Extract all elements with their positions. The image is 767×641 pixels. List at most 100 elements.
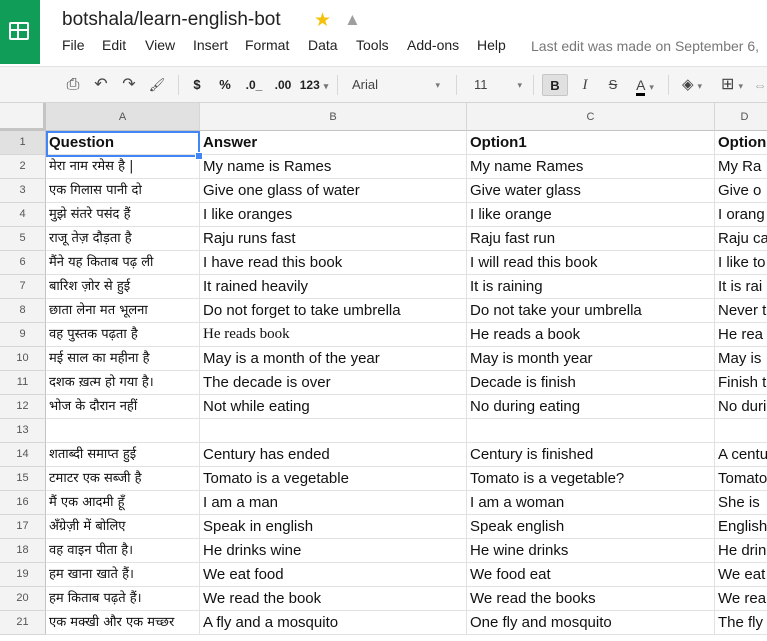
option1-cell[interactable]: No during eating bbox=[467, 395, 715, 419]
question-cell[interactable]: भोज के दौरान नहीं bbox=[46, 395, 200, 419]
answer-cell[interactable] bbox=[200, 419, 467, 443]
column-header-c[interactable]: C bbox=[467, 103, 715, 131]
question-cell[interactable]: अँग्रेज़ी में बोलिए bbox=[46, 515, 200, 539]
row-header[interactable]: 6 bbox=[0, 251, 46, 275]
print-icon[interactable]: ⎙ bbox=[62, 74, 84, 96]
option2-cell[interactable]: He rea bbox=[715, 323, 767, 347]
menu-data[interactable]: Data bbox=[308, 37, 338, 53]
answer-cell[interactable]: We eat food bbox=[200, 563, 467, 587]
question-cell[interactable]: बारिश ज़ोर से हुई bbox=[46, 275, 200, 299]
row-header[interactable]: 15 bbox=[0, 467, 46, 491]
menu-tools[interactable]: Tools bbox=[356, 37, 389, 53]
answer-cell[interactable]: We read the book bbox=[200, 587, 467, 611]
row-header[interactable]: 18 bbox=[0, 539, 46, 563]
option2-cell[interactable]: The fly bbox=[715, 611, 767, 635]
option1-cell[interactable]: We food eat bbox=[467, 563, 715, 587]
font-size-select[interactable]: 11 ▾ bbox=[468, 74, 526, 96]
question-cell[interactable]: राजू तेज़ दौड़ता है bbox=[46, 227, 200, 251]
option2-cell[interactable]: Finish t bbox=[715, 371, 767, 395]
question-cell[interactable]: मेरा नाम रमेस है | bbox=[46, 155, 200, 179]
column-header-b[interactable]: B bbox=[200, 103, 467, 131]
question-cell[interactable]: छाता लेना मत भूलना bbox=[46, 299, 200, 323]
row-header[interactable]: 16 bbox=[0, 491, 46, 515]
option2-cell[interactable]: No duri bbox=[715, 395, 767, 419]
option1-cell[interactable]: One fly and mosquito bbox=[467, 611, 715, 635]
option2-cell[interactable]: He drin bbox=[715, 539, 767, 563]
borders-button[interactable]: ⊞ ▾ bbox=[716, 74, 748, 96]
redo-icon[interactable]: ↷ bbox=[118, 74, 140, 96]
percent-format-button[interactable]: % bbox=[214, 74, 236, 96]
spreadsheet-grid[interactable]: A B C D 1 Question Answer Option1 Option 2 मेर… bbox=[0, 103, 767, 641]
last-edit-link[interactable]: Last edit was made on September 6, bbox=[531, 38, 759, 54]
option1-cell[interactable]: I will read this book bbox=[467, 251, 715, 275]
option1-cell[interactable]: I am a woman bbox=[467, 491, 715, 515]
row-header[interactable]: 8 bbox=[0, 299, 46, 323]
select-all-corner[interactable] bbox=[0, 103, 46, 131]
question-cell[interactable]: टमाटर एक सब्जी है bbox=[46, 467, 200, 491]
answer-cell[interactable]: Raju runs fast bbox=[200, 227, 467, 251]
option2-cell[interactable]: It is rai bbox=[715, 275, 767, 299]
answer-cell[interactable]: Not while eating bbox=[200, 395, 467, 419]
option2-cell[interactable] bbox=[715, 419, 767, 443]
italic-button[interactable]: I bbox=[574, 74, 596, 96]
question-cell[interactable]: मई साल का महीना है bbox=[46, 347, 200, 371]
option1-cell[interactable]: Option1 bbox=[467, 131, 715, 155]
row-header[interactable]: 19 bbox=[0, 563, 46, 587]
question-cell[interactable]: दशक ख़त्म हो गया है। bbox=[46, 371, 200, 395]
row-header[interactable]: 2 bbox=[0, 155, 46, 179]
question-cell[interactable]: मैंने यह किताब पढ़ ली bbox=[46, 251, 200, 275]
option2-cell[interactable]: A centu bbox=[715, 443, 767, 467]
option1-cell[interactable]: I like orange bbox=[467, 203, 715, 227]
row-header[interactable]: 17 bbox=[0, 515, 46, 539]
option2-cell[interactable]: My Ra bbox=[715, 155, 767, 179]
answer-cell[interactable]: My name is Rames bbox=[200, 155, 467, 179]
option1-cell[interactable]: Give water glass bbox=[467, 179, 715, 203]
row-header[interactable]: 14 bbox=[0, 443, 46, 467]
answer-cell[interactable]: It rained heavily bbox=[200, 275, 467, 299]
option1-cell[interactable]: He wine drinks bbox=[467, 539, 715, 563]
answer-cell[interactable]: He drinks wine bbox=[200, 539, 467, 563]
row-header[interactable]: 11 bbox=[0, 371, 46, 395]
row-header[interactable]: 21 bbox=[0, 611, 46, 635]
question-cell[interactable]: वह पुस्तक पढ़ता है bbox=[46, 323, 200, 347]
menu-insert[interactable]: Insert bbox=[193, 37, 228, 53]
question-cell[interactable]: हम खाना खाते हैं। bbox=[46, 563, 200, 587]
option1-cell[interactable]: Do not take your umbrella bbox=[467, 299, 715, 323]
answer-cell[interactable]: I am a man bbox=[200, 491, 467, 515]
undo-icon[interactable]: ↶ bbox=[90, 74, 112, 96]
answer-cell[interactable]: Century has ended bbox=[200, 443, 467, 467]
option2-cell[interactable]: We rea bbox=[715, 587, 767, 611]
question-cell[interactable]: हम किताब पढ़ते हैं। bbox=[46, 587, 200, 611]
fill-color-button[interactable]: ◈ ▾ bbox=[676, 74, 708, 96]
option2-cell[interactable]: Never t bbox=[715, 299, 767, 323]
option2-cell[interactable]: Raju ca bbox=[715, 227, 767, 251]
option2-cell[interactable]: We eat bbox=[715, 563, 767, 587]
row-header[interactable]: 13 bbox=[0, 419, 46, 443]
decrease-decimal-button[interactable]: .0_ bbox=[242, 74, 266, 96]
row-header[interactable]: 1 bbox=[0, 131, 46, 155]
option1-cell[interactable]: He reads a book bbox=[467, 323, 715, 347]
row-header[interactable]: 3 bbox=[0, 179, 46, 203]
answer-cell[interactable]: Do not forget to take umbrella bbox=[200, 299, 467, 323]
option1-cell[interactable]: Century is finished bbox=[467, 443, 715, 467]
menu-addons[interactable]: Add-ons bbox=[407, 37, 459, 53]
question-cell[interactable]: एक गिलास पानी दो bbox=[46, 179, 200, 203]
row-header[interactable]: 5 bbox=[0, 227, 46, 251]
question-cell[interactable]: एक मक्खी और एक मच्छर bbox=[46, 611, 200, 635]
option2-cell[interactable]: May is bbox=[715, 347, 767, 371]
row-header[interactable]: 20 bbox=[0, 587, 46, 611]
option2-cell[interactable]: I like to bbox=[715, 251, 767, 275]
option1-cell[interactable]: Speak english bbox=[467, 515, 715, 539]
menu-format[interactable]: Format bbox=[245, 37, 289, 53]
option1-cell[interactable]: Raju fast run bbox=[467, 227, 715, 251]
answer-cell[interactable]: Answer bbox=[200, 131, 467, 155]
question-cell[interactable]: मुझे संतरे पसंद हैं bbox=[46, 203, 200, 227]
column-header-a[interactable]: A bbox=[46, 103, 200, 131]
row-header[interactable]: 7 bbox=[0, 275, 46, 299]
question-cell[interactable]: मैं एक आदमी हूँ bbox=[46, 491, 200, 515]
merge-cells-icon[interactable]: ⇔ bbox=[752, 74, 767, 96]
option1-cell[interactable]: Tomato is a vegetable? bbox=[467, 467, 715, 491]
row-header[interactable]: 9 bbox=[0, 323, 46, 347]
menu-help[interactable]: Help bbox=[477, 37, 506, 53]
option2-cell[interactable]: She is bbox=[715, 491, 767, 515]
